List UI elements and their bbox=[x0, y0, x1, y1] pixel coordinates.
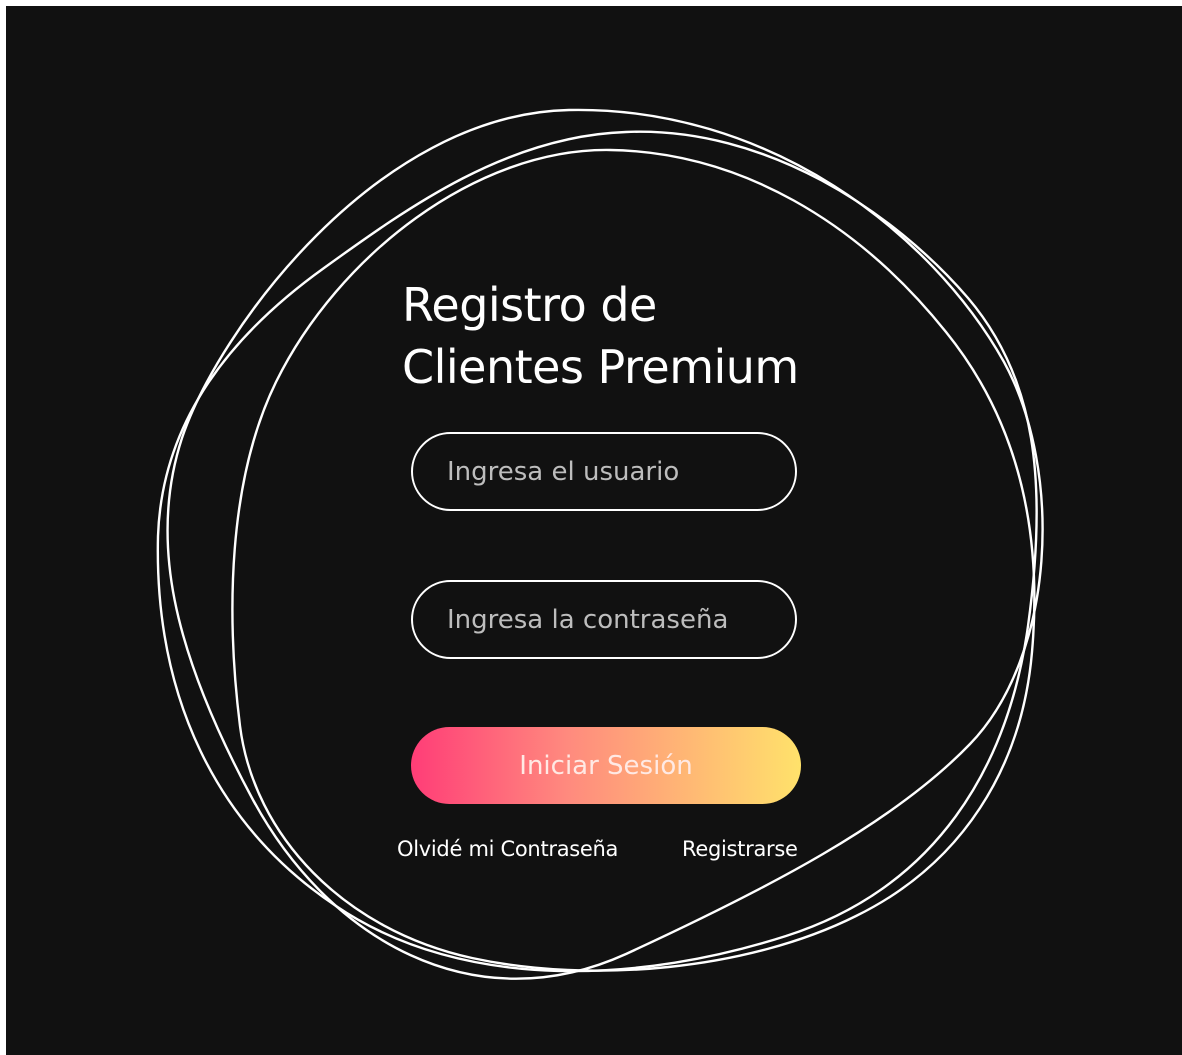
decorative-rings bbox=[156, 108, 1044, 980]
username-input[interactable] bbox=[411, 432, 797, 511]
login-button[interactable]: Iniciar Sesión bbox=[411, 727, 801, 804]
title-line-1: Registro de bbox=[402, 278, 657, 332]
register-link[interactable]: Registrarse bbox=[682, 837, 798, 861]
forgot-password-link[interactable]: Olvidé mi Contraseña bbox=[397, 837, 618, 861]
login-stage: Registro de Clientes Premium Iniciar Ses… bbox=[6, 6, 1182, 1055]
password-input[interactable] bbox=[411, 580, 797, 659]
page-title: Registro de Clientes Premium bbox=[402, 274, 862, 398]
title-line-2: Clientes Premium bbox=[402, 340, 799, 394]
